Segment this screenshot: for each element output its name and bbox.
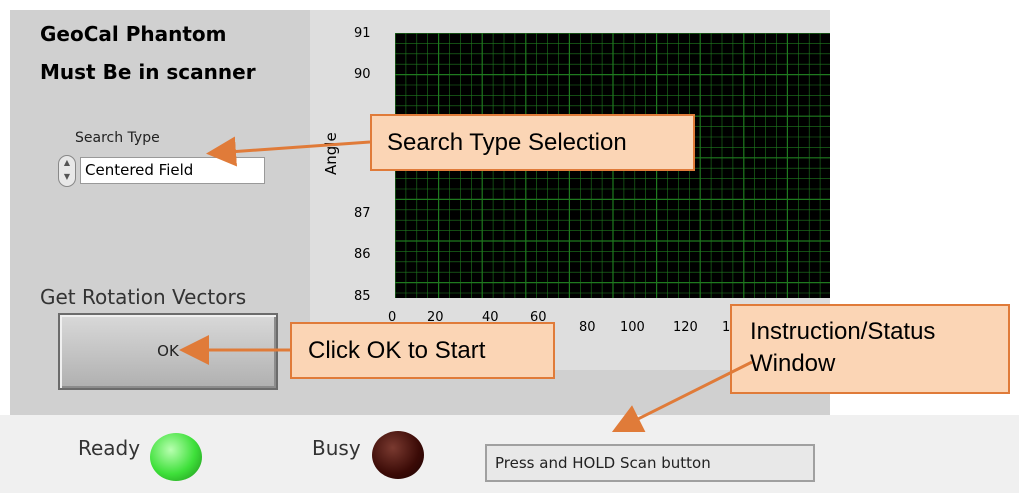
callout-arrows	[179, 136, 753, 433]
arrow-to-search-type	[206, 136, 371, 167]
arrow-to-status	[611, 360, 753, 433]
